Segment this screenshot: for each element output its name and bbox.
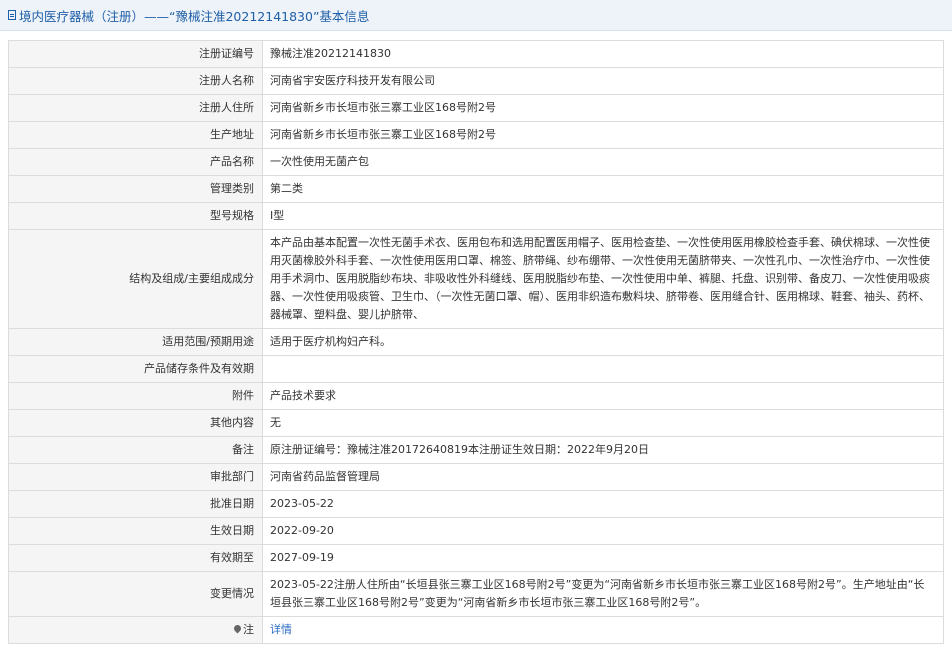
table-row: 产品名称 一次性使用无菌产包 <box>8 148 944 176</box>
table-row: 注册人名称 河南省宇安医疗科技开发有限公司 <box>8 67 944 95</box>
document-icon <box>8 10 16 20</box>
table-row: 附件 产品技术要求 <box>8 382 944 410</box>
row-label: 生产地址 <box>8 121 263 149</box>
row-label: 审批部门 <box>8 463 263 491</box>
table-row: 审批部门 河南省药品监督管理局 <box>8 463 944 491</box>
row-value: 一次性使用无菌产包 <box>262 148 944 176</box>
page-title: 境内医疗器械（注册）——“豫械注准20212141830”基本信息 <box>19 8 370 24</box>
row-value: 豫械注准20212141830 <box>262 40 944 68</box>
table-row: 备注 原注册证编号：豫械注准20172640819本注册证生效日期：2022年9… <box>8 436 944 464</box>
row-value: 河南省宇安医疗科技开发有限公司 <box>262 67 944 95</box>
note-label: 注 <box>243 623 254 636</box>
row-value: 原注册证编号：豫械注准20172640819本注册证生效日期：2022年9月20… <box>262 436 944 464</box>
row-value: 河南省新乡市长垣市张三寨工业区168号附2号 <box>262 94 944 122</box>
row-value: Ⅰ型 <box>262 202 944 230</box>
row-value: 河南省新乡市长垣市张三寨工业区168号附2号 <box>262 121 944 149</box>
table-row: 适用范围/预期用途 适用于医疗机构妇产科。 <box>8 328 944 356</box>
row-value: 2022-09-20 <box>262 517 944 545</box>
table-row: 生产地址 河南省新乡市长垣市张三寨工业区168号附2号 <box>8 121 944 149</box>
row-label: 管理类别 <box>8 175 263 203</box>
table-row: 批准日期 2023-05-22 <box>8 490 944 518</box>
row-value: 2023-05-22注册人住所由“长垣县张三寨工业区168号附2号”变更为“河南… <box>262 571 944 617</box>
row-value: 2023-05-22 <box>262 490 944 518</box>
registration-info-table: 注册证编号 豫械注准20212141830 注册人名称 河南省宇安医疗科技开发有… <box>8 40 944 644</box>
row-value: 产品技术要求 <box>262 382 944 410</box>
row-value: 无 <box>262 409 944 437</box>
table-row: 结构及组成/主要组成成分 本产品由基本配置一次性无菌手术衣、医用包布和选用配置医… <box>8 229 944 329</box>
pin-icon <box>232 623 243 634</box>
row-label: 型号规格 <box>8 202 263 230</box>
row-label: 变更情况 <box>8 571 263 617</box>
row-label: 注册证编号 <box>8 40 263 68</box>
row-label: 注册人名称 <box>8 67 263 95</box>
table-row: 变更情况 2023-05-22注册人住所由“长垣县张三寨工业区168号附2号”变… <box>8 571 944 617</box>
row-label: 结构及组成/主要组成成分 <box>8 229 263 329</box>
row-value: 第二类 <box>262 175 944 203</box>
row-label: 有效期至 <box>8 544 263 572</box>
note-value-cell: 详情 <box>262 616 944 644</box>
row-label: 注册人住所 <box>8 94 263 122</box>
row-label: 适用范围/预期用途 <box>8 328 263 356</box>
row-value: 适用于医疗机构妇产科。 <box>262 328 944 356</box>
table-row: 注册证编号 豫械注准20212141830 <box>8 40 944 68</box>
table-row: 有效期至 2027-09-19 <box>8 544 944 572</box>
page-header: 境内医疗器械（注册）——“豫械注准20212141830”基本信息 <box>0 0 952 31</box>
row-label: 批准日期 <box>8 490 263 518</box>
row-label: 其他内容 <box>8 409 263 437</box>
table-row: 注册人住所 河南省新乡市长垣市张三寨工业区168号附2号 <box>8 94 944 122</box>
row-label: 产品名称 <box>8 148 263 176</box>
row-label: 备注 <box>8 436 263 464</box>
row-value: 河南省药品监督管理局 <box>262 463 944 491</box>
row-label: 生效日期 <box>8 517 263 545</box>
row-label: 产品储存条件及有效期 <box>8 355 263 383</box>
row-value: 本产品由基本配置一次性无菌手术衣、医用包布和选用配置医用帽子、医用检查垫、一次性… <box>262 229 944 329</box>
table-row: 管理类别 第二类 <box>8 175 944 203</box>
row-value: 2027-09-19 <box>262 544 944 572</box>
table-row: 其他内容 无 <box>8 409 944 437</box>
details-link[interactable]: 详情 <box>270 623 292 636</box>
table-row: 产品储存条件及有效期 <box>8 355 944 383</box>
row-value <box>262 355 944 383</box>
note-label-cell: 注 <box>8 616 263 644</box>
table-row: 型号规格 Ⅰ型 <box>8 202 944 230</box>
note-row: 注 详情 <box>8 616 944 644</box>
row-label: 附件 <box>8 382 263 410</box>
table-row: 生效日期 2022-09-20 <box>8 517 944 545</box>
